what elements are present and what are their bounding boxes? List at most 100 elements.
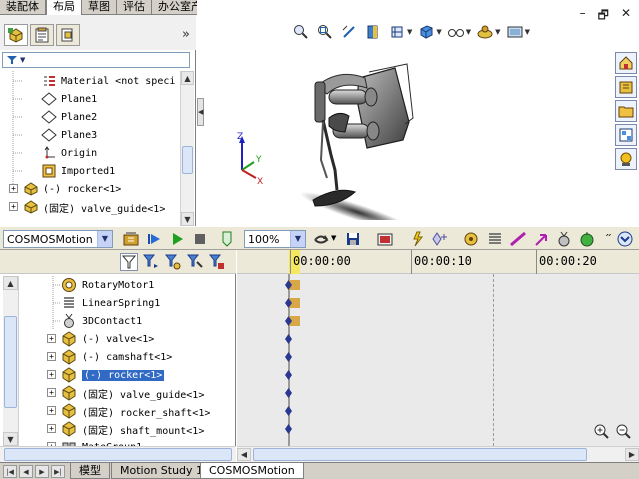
hide-show-items-icon[interactable]	[446, 23, 466, 41]
display-style-dropdown-arrow-icon[interactable]: ▼	[436, 28, 441, 36]
expand-toggle[interactable]: +	[47, 424, 56, 433]
expand-toggle[interactable]: +	[47, 406, 56, 415]
view-orientation-dropdown-arrow-icon[interactable]: ▼	[407, 28, 412, 36]
scroll-thumb[interactable]	[253, 448, 587, 461]
rotary-motor-icon[interactable]	[462, 230, 480, 248]
configuration-manager-tab[interactable]	[56, 24, 80, 46]
keyframe-diamond[interactable]	[285, 388, 292, 398]
scroll-up-arrow-icon[interactable]: ▲	[3, 276, 18, 290]
motion-item-rocker-shaft[interactable]: (固定) rocker_shaft<1>	[60, 402, 210, 420]
property-manager-tab[interactable]	[30, 24, 54, 46]
design-library-icon[interactable]	[615, 76, 637, 98]
tree-item-material[interactable]: Material <not speci	[40, 72, 175, 90]
appearances-scenes-icon[interactable]	[615, 148, 637, 170]
view-palette-icon[interactable]	[615, 124, 637, 146]
expand-toggle[interactable]: +	[47, 388, 56, 397]
scroll-thumb[interactable]	[4, 448, 232, 461]
tree-horizontal-scrollbar[interactable]	[0, 446, 236, 462]
calculate-icon[interactable]	[122, 230, 140, 248]
motion-item-camshaft[interactable]: (-) camshaft<1>	[60, 348, 172, 366]
filter-driving-icon[interactable]	[164, 253, 182, 271]
play-from-start-icon[interactable]	[145, 230, 163, 248]
scroll-thumb[interactable]	[4, 316, 17, 408]
apply-scene-icon[interactable]	[505, 23, 525, 41]
tab-model[interactable]: 模型	[70, 463, 110, 479]
spring-tool-icon[interactable]	[486, 230, 504, 248]
last-tab-arrow-icon[interactable]: ▶|	[51, 465, 65, 478]
gravity-tool-icon[interactable]	[578, 230, 596, 248]
zoom-out-icon[interactable]	[614, 422, 632, 440]
tree-item-imported1[interactable]: Imported1	[40, 162, 115, 180]
graphics-area[interactable]: ◀ – 🗗 ✕ ▼ ▼ ▼ ▼ ▼ Z Y X	[197, 0, 639, 226]
feature-filter-dropdown[interactable]: ▼	[2, 52, 190, 68]
restore-icon[interactable]: 🗗	[598, 6, 609, 27]
feature-tree-tab[interactable]	[4, 24, 28, 46]
tree-item-plane3[interactable]: Plane3	[40, 126, 97, 144]
timeline-ruler[interactable]: 00:00:00 00:00:10 00:00:20	[237, 250, 639, 274]
damper-tool-icon[interactable]	[509, 230, 527, 248]
keyframe-diamond[interactable]	[285, 298, 292, 308]
close-icon[interactable]: ✕	[621, 6, 631, 27]
zoom-to-area-icon[interactable]	[315, 23, 335, 41]
filter-selected-icon[interactable]	[186, 253, 204, 271]
keyframe-diamond[interactable]	[285, 316, 292, 326]
tree-item-rocker[interactable]: (-) rocker<1>	[22, 180, 121, 198]
section-view-icon[interactable]	[363, 23, 383, 41]
tree-item-plane2[interactable]: Plane2	[40, 108, 97, 126]
keyframe-diamond[interactable]	[285, 352, 292, 362]
previous-view-icon[interactable]	[339, 23, 359, 41]
zoom-level-dropdown-arrow-icon[interactable]: ▼	[290, 231, 305, 247]
panel-collapse-handle[interactable]: ◀	[197, 98, 204, 126]
scroll-down-arrow-icon[interactable]: ▼	[3, 432, 18, 446]
playback-mode-dropdown-arrow-icon[interactable]: ▼	[331, 234, 336, 242]
keyframe-diamond[interactable]	[285, 370, 292, 380]
playback-mode-icon[interactable]	[312, 230, 330, 248]
home-icon[interactable]	[615, 52, 637, 74]
filter-all-icon[interactable]	[120, 253, 138, 271]
display-style-icon[interactable]	[416, 23, 436, 41]
next-tab-arrow-icon[interactable]: ▶	[35, 465, 49, 478]
motion-item-valve-guide[interactable]: (固定) valve_guide<1>	[60, 384, 204, 402]
scroll-left-arrow-icon[interactable]: ◀	[237, 448, 251, 461]
appearance-dropdown-arrow-icon[interactable]: ▼	[495, 28, 500, 36]
motion-tree-scrollbar[interactable]: ▲ ▼	[3, 276, 19, 446]
tree-item-origin[interactable]: Origin	[40, 144, 97, 162]
scene-dropdown-arrow-icon[interactable]: ▼	[525, 28, 530, 36]
toolbar-overflow-icon[interactable]: ״	[605, 230, 612, 243]
keyframe-diamond[interactable]	[285, 406, 292, 416]
first-tab-arrow-icon[interactable]: |◀	[3, 465, 17, 478]
tab-assembly[interactable]: 装配体	[0, 0, 46, 15]
previous-tab-arrow-icon[interactable]: ◀	[19, 465, 33, 478]
study-type-select[interactable]: COSMOSMotion ▼	[3, 230, 113, 248]
tab-cosmosmotion[interactable]: COSMOSMotion	[200, 463, 304, 479]
tab-layout[interactable]: 布局	[46, 0, 82, 15]
zoom-level-select[interactable]: 100% ▼	[244, 230, 306, 248]
study-type-dropdown-arrow-icon[interactable]: ▼	[97, 231, 112, 247]
tab-motion-study-1[interactable]: Motion Study 1	[111, 463, 213, 479]
motion-item-valve[interactable]: (-) valve<1>	[60, 330, 154, 348]
filter-results-icon[interactable]	[208, 253, 226, 271]
keyframe-diamond[interactable]	[285, 334, 292, 344]
playback-speed-icon[interactable]	[218, 230, 236, 248]
motion-item-linearspring1[interactable]: LinearSpring1	[60, 294, 160, 312]
add-key-icon[interactable]	[431, 230, 449, 248]
tree-item-valve-guide[interactable]: (固定) valve_guide<1>	[22, 198, 165, 216]
file-explorer-icon[interactable]	[615, 100, 637, 122]
scroll-down-arrow-icon[interactable]: ▼	[181, 212, 194, 226]
save-animation-icon[interactable]	[344, 230, 362, 248]
minimize-icon[interactable]: –	[580, 6, 586, 27]
contact-tool-icon[interactable]	[555, 230, 573, 248]
feature-tree-scrollbar[interactable]: ▲ ▼	[180, 71, 194, 226]
more-tabs-chevron-icon[interactable]: »	[182, 27, 190, 42]
expand-toggle[interactable]: +	[47, 334, 56, 343]
timeline-area[interactable]: 00:00:00 00:00:10 00:00:20	[237, 250, 639, 446]
expand-toggle[interactable]: +	[9, 184, 18, 193]
view-orientation-icon[interactable]	[387, 23, 407, 41]
animation-wizard-icon[interactable]	[376, 230, 394, 248]
motion-item-shaft-mount[interactable]: (固定) shaft_mount<1>	[60, 420, 204, 438]
edit-appearance-icon[interactable]	[475, 23, 495, 41]
keyframe-diamond[interactable]	[285, 280, 292, 290]
stop-icon[interactable]	[191, 230, 209, 248]
zoom-in-icon[interactable]	[592, 422, 610, 440]
tree-item-plane1[interactable]: Plane1	[40, 90, 97, 108]
